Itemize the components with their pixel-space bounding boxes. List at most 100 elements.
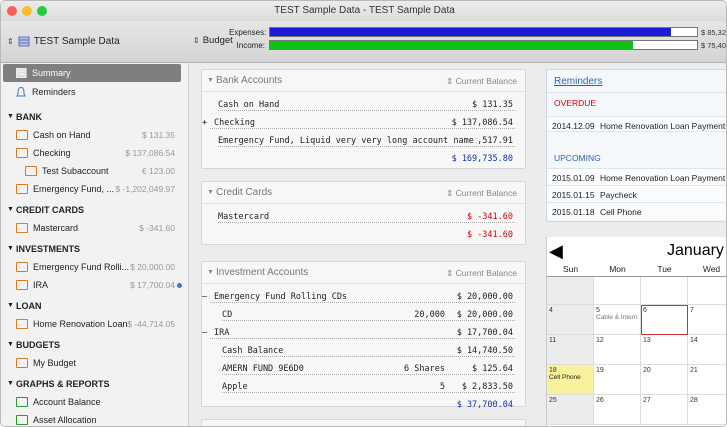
- calendar-day[interactable]: [641, 277, 688, 305]
- previous-month-arrow-icon[interactable]: ◀: [549, 241, 563, 262]
- app-window: TEST Sample Data - TEST Sample Data ⇕ TE…: [0, 0, 727, 427]
- expenses-label: Expenses:: [229, 28, 267, 37]
- calendar-day[interactable]: 19: [594, 365, 641, 395]
- calendar-day[interactable]: 5 Cable & Intern: [594, 305, 641, 335]
- expand-toggle-icon[interactable]: —: [202, 292, 207, 302]
- close-button[interactable]: [7, 6, 17, 16]
- leader-dots: [222, 392, 515, 393]
- sidebar-item[interactable]: Mastercard $ -341.60: [1, 219, 187, 237]
- calendar-event[interactable]: Cable & Intern: [596, 314, 638, 321]
- loan-icon: [16, 319, 28, 329]
- disclosure-triangle-icon[interactable]: ▼: [7, 375, 14, 393]
- sidebar-item-summary[interactable]: Summary: [1, 64, 187, 82]
- sidebar-item[interactable]: Checking $ 137,086.54: [1, 144, 187, 162]
- sort-label: Current Balance: [455, 76, 517, 86]
- disclosure-triangle-icon[interactable]: ▼: [7, 201, 14, 219]
- sort-selector[interactable]: ⇕ Current Balance: [446, 76, 517, 87]
- title-bar: TEST Sample Data - TEST Sample Data: [1, 1, 726, 21]
- account-row[interactable]: CD 20,000 $ 20,000.00: [202, 310, 525, 324]
- disclosure-triangle-icon[interactable]: ▼: [7, 336, 14, 354]
- account-row[interactable]: — Emergency Fund Rolling CDs $ 20,000.00: [202, 292, 525, 306]
- day-number: 28: [690, 397, 698, 404]
- disclosure-triangle-icon[interactable]: ▼: [7, 240, 14, 258]
- calendar-day[interactable]: 6: [641, 305, 688, 335]
- sort-label: Current Balance: [455, 268, 517, 278]
- disclosure-triangle-icon[interactable]: ▼: [7, 297, 14, 315]
- zoom-button[interactable]: [37, 6, 47, 16]
- disclosure-triangle-icon[interactable]: ▼: [207, 77, 214, 84]
- calendar-day[interactable]: [547, 277, 594, 305]
- sidebar-section-budgets[interactable]: ▼ BUDGETS: [1, 336, 187, 354]
- calendar-day[interactable]: 25: [547, 395, 594, 425]
- account-balance: $ 20,000.00: [454, 310, 513, 320]
- sidebar-item[interactable]: Home Renovation Loan $ -44,714.05: [1, 315, 187, 333]
- leader-dots: [222, 320, 515, 321]
- account-row[interactable]: + Checking $ 137,086.54: [202, 118, 525, 132]
- expand-toggle-icon[interactable]: +: [202, 118, 207, 128]
- sidebar-section-inv[interactable]: ▼ INVESTMENTS: [1, 240, 187, 258]
- account-row[interactable]: Emergency Fund, Liquid very very long ac…: [202, 136, 525, 150]
- sort-selector[interactable]: ⇕ Current Balance: [446, 268, 517, 279]
- sidebar-item[interactable]: My Budget: [1, 354, 187, 372]
- account-row[interactable]: Mastercard $ -341.60: [202, 212, 525, 226]
- calendar-day[interactable]: 4: [547, 305, 594, 335]
- calendar-day[interactable]: [594, 277, 641, 305]
- sidebar-item[interactable]: Cash on Hand $ 131.35: [1, 126, 187, 144]
- calendar-event[interactable]: Cell Phone: [549, 374, 591, 381]
- account-row[interactable]: AMERN FUND 9E6D0 6 Shares $ 125.64: [202, 364, 525, 378]
- account-balance: $ 131.35: [470, 100, 513, 110]
- budget-selector[interactable]: ⇕ Budget: [193, 35, 233, 46]
- sidebar-item-reminders[interactable]: Reminders: [1, 83, 187, 101]
- calendar-day[interactable]: 20: [641, 365, 688, 395]
- reminder-text: Home Renovation Loan Payment: [600, 173, 726, 183]
- file-selector[interactable]: ⇕ TEST Sample Data: [7, 35, 120, 47]
- reminder-row[interactable]: 2015.01.18 Cell Phone: [547, 202, 726, 219]
- account-row[interactable]: Apple 5 $ 2,833.50: [202, 382, 525, 396]
- reminder-row[interactable]: 2015.01.09 Home Renovation Loan Payment: [547, 168, 726, 185]
- account-balance: $ 125.64: [470, 364, 513, 374]
- calendar-day[interactable]: 11: [547, 335, 594, 365]
- toolbar: ⇕ TEST Sample Data ⇕ Budget Expenses: In…: [1, 21, 726, 63]
- income-bar-fill: [270, 41, 633, 49]
- sidebar-item[interactable]: Account Balance: [1, 393, 187, 411]
- calendar-day[interactable]: [688, 277, 726, 305]
- section-heading: BANK: [16, 112, 42, 122]
- account-row[interactable]: Cash on Hand $ 131.35: [202, 100, 525, 114]
- account-row[interactable]: Cash Balance $ 14,740.50: [202, 346, 525, 360]
- calendar-day[interactable]: 13: [641, 335, 688, 365]
- reminders-title[interactable]: Reminders: [554, 76, 602, 87]
- reminder-row[interactable]: 2014.12.09 Home Renovation Loan Payment: [547, 116, 726, 132]
- calendar-day[interactable]: 28: [688, 395, 726, 425]
- sidebar-section-graphs[interactable]: ▼ GRAPHS & REPORTS: [1, 375, 187, 393]
- reminder-row[interactable]: 2015.01.15 Paycheck: [547, 185, 726, 202]
- sidebar-item-label: My Budget: [33, 358, 77, 368]
- expenses-bar-fill: [270, 28, 672, 36]
- disclosure-triangle-icon[interactable]: ▼: [207, 189, 214, 196]
- calendar-day[interactable]: 26: [594, 395, 641, 425]
- sidebar-item[interactable]: Emergency Fund Rolli... $ 20,000.00: [1, 258, 187, 276]
- sidebar-item-label: IRA: [33, 280, 49, 290]
- sidebar-item-label: Test Subaccount: [42, 166, 109, 176]
- sidebar-item[interactable]: Asset Allocation: [1, 411, 187, 426]
- disclosure-triangle-icon[interactable]: ▼: [207, 269, 214, 276]
- sort-selector[interactable]: ⇕ Current Balance: [446, 188, 517, 199]
- sidebar-item[interactable]: IRA $ 17,700.04: [1, 276, 187, 294]
- sidebar-item[interactable]: Test Subaccount € 123.00: [1, 162, 187, 180]
- calendar-day[interactable]: 18 Cell Phone: [547, 365, 594, 395]
- sidebar-section-cc[interactable]: ▼ CREDIT CARDS: [1, 201, 187, 219]
- calendar-day[interactable]: 7: [688, 305, 726, 335]
- sidebar-section-bank[interactable]: ▼ BANK: [1, 108, 187, 126]
- bank-accounts-panel: ▼ Bank Accounts ⇕ Current Balance Cash o…: [201, 69, 526, 169]
- calendar-day[interactable]: 21: [688, 365, 726, 395]
- sidebar-item-balance: $ 137,086.54: [125, 148, 175, 158]
- account-row[interactable]: — IRA $ 17,700.04: [202, 328, 525, 342]
- calendar-day[interactable]: 12: [594, 335, 641, 365]
- calendar-day[interactable]: 27: [641, 395, 688, 425]
- disclosure-triangle-icon[interactable]: ▼: [7, 108, 14, 126]
- account-balance: $ 137,086.54: [449, 118, 513, 128]
- sidebar-section-loan[interactable]: ▼ LOAN: [1, 297, 187, 315]
- calendar-day[interactable]: 14: [688, 335, 726, 365]
- sidebar-item[interactable]: Emergency Fund, ... $ -1,202,049.97: [1, 180, 187, 198]
- expand-toggle-icon[interactable]: —: [202, 328, 207, 338]
- minimize-button[interactable]: [22, 6, 32, 16]
